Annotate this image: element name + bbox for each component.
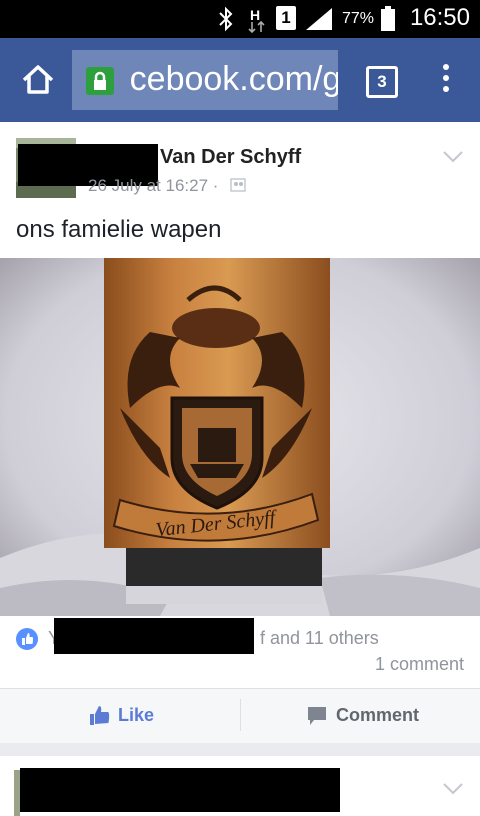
sim-slot-label: 1	[281, 8, 291, 27]
signal-icon	[306, 8, 332, 30]
post-photo[interactable]: Van Der Schyff	[0, 258, 480, 616]
author-name[interactable]: Van Der Schyff	[160, 146, 301, 169]
like-label: Like	[118, 705, 155, 725]
like-reaction-icon	[16, 628, 38, 650]
next-post-card	[0, 756, 480, 816]
svg-text:H: H	[250, 7, 260, 23]
lock-icon	[86, 67, 114, 95]
data-transfer-icon: H	[248, 7, 265, 34]
chevron-down-icon[interactable]	[442, 782, 464, 796]
overflow-menu-icon[interactable]	[438, 64, 454, 96]
tab-count: 3	[377, 72, 387, 91]
friends-icon	[230, 178, 246, 192]
url-text: cebook.com/g	[124, 60, 338, 98]
reactions-bar[interactable]: Y f and 11 others 1 comment	[0, 616, 480, 688]
browser-toolbar: cebook.com/g 3	[0, 38, 480, 122]
post-actions: Like Comment	[0, 688, 480, 743]
post-card: Van Der Schyff 26 July at 16:27 · ons fa…	[0, 122, 480, 743]
post-timestamp[interactable]: 26 July at 16:27 ·	[88, 176, 218, 196]
bluetooth-icon	[219, 6, 233, 32]
battery-icon	[381, 6, 395, 31]
reaction-others[interactable]: f and 11 others	[260, 628, 379, 649]
redacted-next-post-header	[20, 768, 340, 812]
tab-switcher-button[interactable]: 3	[366, 66, 398, 98]
thumbs-up-icon	[90, 706, 110, 725]
comment-label: Comment	[336, 705, 420, 725]
clock: 16:50	[409, 4, 470, 31]
post-text: ons famielie wapen	[16, 216, 222, 243]
comment-count[interactable]: 1 comment	[375, 654, 464, 675]
home-icon[interactable]	[18, 60, 58, 100]
address-bar[interactable]: cebook.com/g	[72, 50, 338, 110]
comment-icon	[308, 707, 326, 725]
chevron-down-icon[interactable]	[442, 150, 464, 164]
status-bar: H 1 77% 16:50	[0, 0, 480, 38]
battery-percent: 77%	[341, 10, 374, 27]
action-divider	[240, 699, 241, 731]
sim-icon: 1	[276, 6, 296, 30]
redacted-reactor-block	[54, 618, 254, 654]
